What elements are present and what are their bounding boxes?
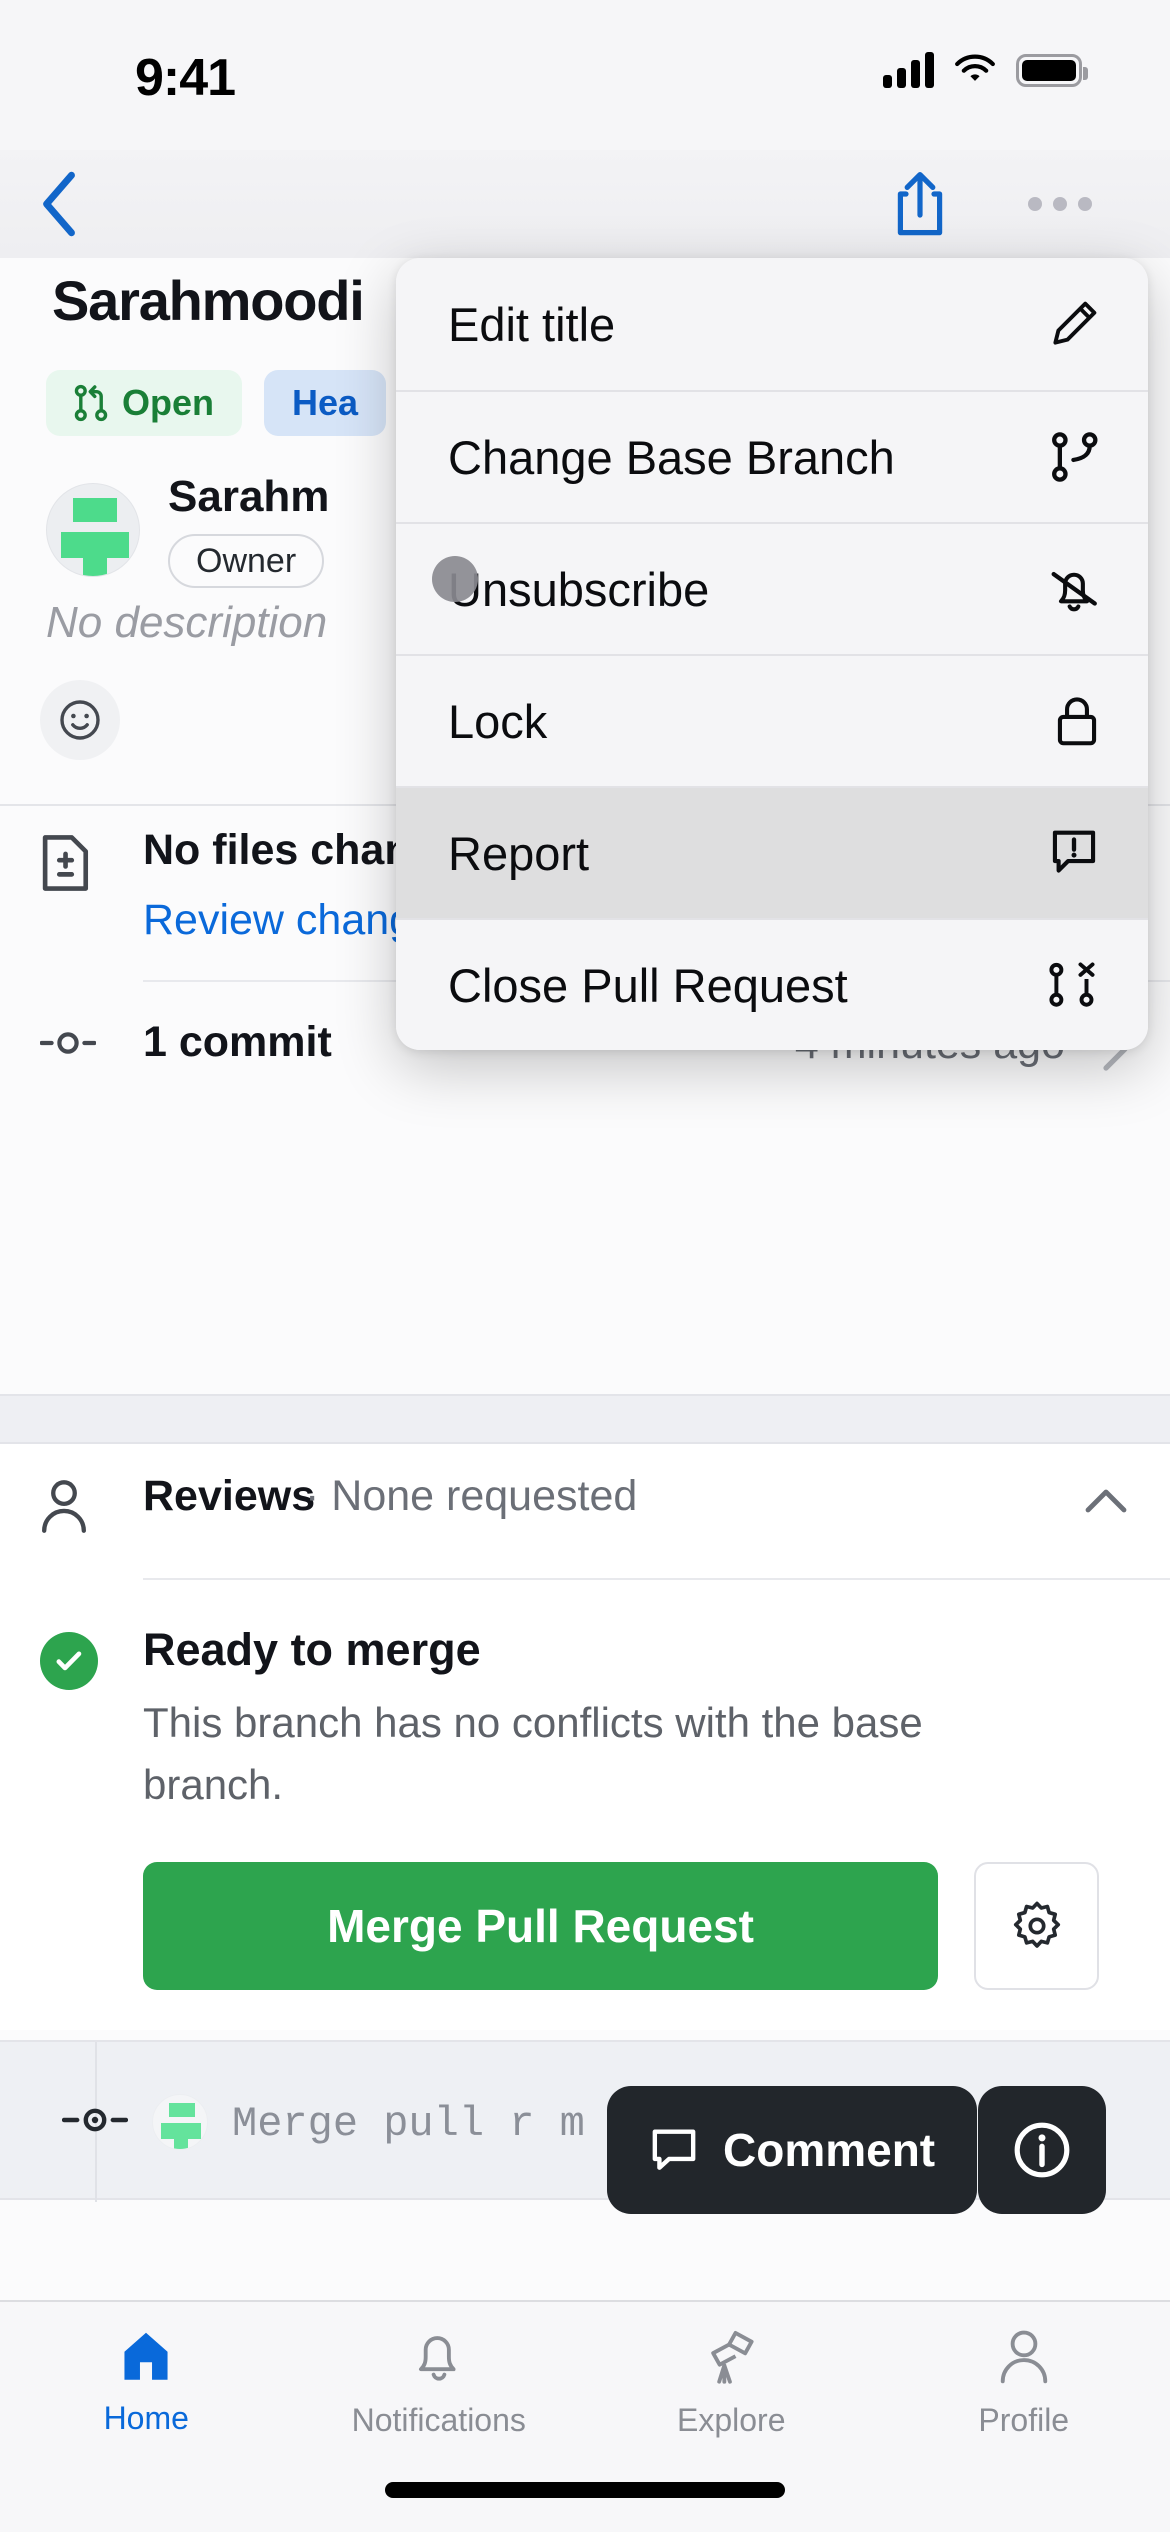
- git-commit-icon: [39, 1026, 97, 1065]
- chevron-up-icon[interactable]: [1084, 1486, 1128, 1519]
- merge-status-block: Ready to merge This branch has no confli…: [0, 1580, 1170, 2030]
- more-horizontal-icon: [1028, 197, 1042, 211]
- tab-label: Home: [103, 2400, 189, 2436]
- avatar[interactable]: [46, 483, 140, 577]
- file-diff-icon: [40, 834, 92, 897]
- reviews-section: Reviews · None requested Ready to merge …: [0, 1444, 1170, 2030]
- battery-full-icon: [1016, 53, 1088, 87]
- navigation-bar: [0, 150, 1170, 258]
- menu-item-close-pull-request[interactable]: Close Pull Request: [396, 918, 1148, 1050]
- gear-icon: [1013, 1901, 1060, 1948]
- person-icon: [40, 1478, 88, 1539]
- menu-item-edit-title[interactable]: Edit title: [396, 258, 1148, 390]
- reviews-label: Reviews: [143, 1472, 316, 1520]
- merge-status-title: Ready to merge: [143, 1624, 481, 1675]
- context-menu: Edit title Change Base Branch Unsubscrib…: [396, 258, 1148, 1050]
- merge-pull-request-button[interactable]: Merge Pull Request: [143, 1862, 938, 1990]
- git-pull-request-icon: [74, 384, 108, 422]
- tab-notifications[interactable]: Notifications: [293, 2302, 586, 2472]
- branch-badge-label: Hea: [292, 382, 359, 423]
- bell-slash-icon: [1051, 571, 1097, 612]
- avatar: [152, 2094, 208, 2150]
- person-icon: [1000, 2330, 1047, 2384]
- home-icon: [124, 2332, 168, 2380]
- bottom-tab-bar: Home Notifications Explore Profile: [0, 2300, 1170, 2532]
- tab-home[interactable]: Home: [0, 2302, 293, 2472]
- tab-label: Notifications: [351, 2402, 526, 2438]
- status-badges: Open Hea: [46, 370, 387, 436]
- menu-item-unsubscribe[interactable]: Unsubscribe: [396, 522, 1148, 654]
- menu-item-label: Change Base Branch: [448, 430, 895, 484]
- status-bar-clock: 9:41: [135, 49, 236, 107]
- info-circle-icon: [1014, 2122, 1070, 2178]
- wifi-icon: [955, 54, 995, 81]
- reviews-separator: ·: [305, 1472, 320, 1520]
- author-name[interactable]: Sarahm: [168, 472, 329, 522]
- tab-label: Explore: [677, 2402, 786, 2438]
- cellular-bars-icon: [883, 52, 934, 88]
- comment-button-label: Comment: [723, 2124, 936, 2176]
- status-badge-open-label: Open: [122, 382, 215, 423]
- menu-item-report[interactable]: Report: [396, 786, 1148, 918]
- git-commit-icon: [61, 2102, 129, 2143]
- status-bar: 9:41: [0, 0, 1170, 150]
- menu-item-lock[interactable]: Lock: [396, 654, 1148, 786]
- description-placeholder: No description: [46, 598, 328, 647]
- share-button[interactable]: [880, 164, 960, 244]
- smiley-add-reaction-icon: [60, 700, 100, 740]
- more-horizontal-icon: [1078, 197, 1092, 211]
- comment-button[interactable]: Comment: [607, 2086, 978, 2214]
- add-reaction-button[interactable]: [40, 680, 120, 760]
- lock-icon: [1057, 697, 1097, 746]
- page-title: Sarahmoodi: [52, 269, 365, 332]
- report-icon: [1052, 830, 1096, 873]
- reviews-status-text: None requested: [331, 1472, 638, 1520]
- share-icon: [897, 172, 943, 236]
- git-pull-request-closed-icon: [1049, 962, 1095, 1007]
- menu-item-label: Close Pull Request: [448, 958, 848, 1012]
- merge-actions: Merge Pull Request: [143, 1862, 1099, 1990]
- check-circle-icon: [40, 1632, 98, 1690]
- status-badge-open: Open: [46, 370, 243, 436]
- tab-label: Profile: [978, 2402, 1070, 2438]
- back-button[interactable]: [20, 164, 100, 244]
- status-bar-icons: [883, 52, 1088, 88]
- section-divider: [0, 1394, 1170, 1444]
- commits-title: 1 commit: [143, 1018, 332, 1066]
- pencil-icon: [1053, 301, 1097, 345]
- tab-profile[interactable]: Profile: [878, 2302, 1170, 2472]
- author-row: Sarahm Owner: [46, 472, 329, 588]
- tab-explore[interactable]: Explore: [585, 2302, 878, 2472]
- more-horizontal-icon: [1053, 197, 1067, 211]
- merge-status-description: This branch has no conflicts with the ba…: [143, 1699, 923, 1808]
- telescope-icon: [711, 2331, 754, 2384]
- menu-item-change-base-branch[interactable]: Change Base Branch: [396, 390, 1148, 522]
- touch-point-indicator: [432, 556, 478, 602]
- timeline-entry-text: Merge pull r m: [232, 2100, 585, 2148]
- info-button[interactable]: [978, 2086, 1106, 2214]
- merge-settings-button[interactable]: [974, 1862, 1099, 1990]
- branch-badge[interactable]: Hea: [264, 370, 387, 436]
- bell-icon: [418, 2336, 456, 2381]
- menu-item-label: Report: [448, 826, 590, 880]
- menu-item-label: Unsubscribe: [448, 562, 710, 616]
- git-branch-icon: [1052, 432, 1098, 482]
- menu-item-label: Lock: [448, 694, 548, 748]
- home-indicator: [385, 2482, 785, 2498]
- chevron-left-icon: [43, 171, 75, 237]
- comment-icon: [652, 2129, 696, 2170]
- reviews-row[interactable]: Reviews · None requested: [0, 1444, 1170, 1580]
- author-role-tag: Owner: [168, 534, 325, 588]
- menu-item-label: Edit title: [448, 297, 616, 351]
- app-screen: 9:41 Sarahmoodi Open Hea Sarahm Owner No…: [0, 0, 1170, 2532]
- reviews-status: · None requested: [305, 1472, 637, 1521]
- more-options-button[interactable]: [1010, 164, 1110, 244]
